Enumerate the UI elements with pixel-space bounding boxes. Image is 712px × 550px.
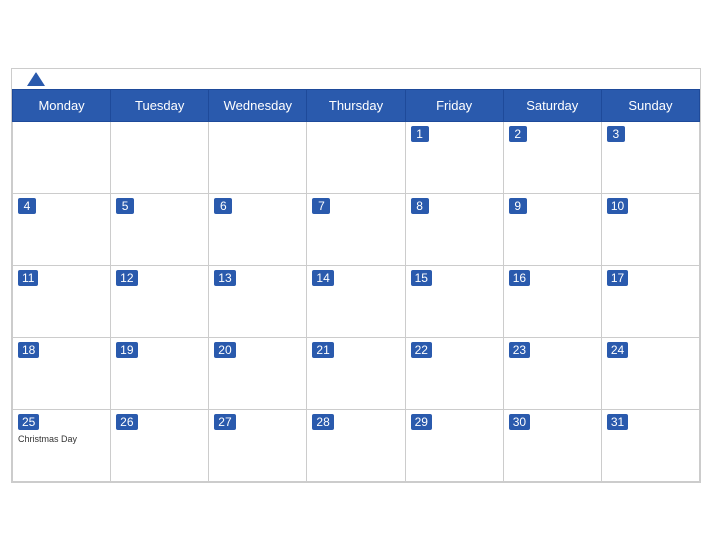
week-row-5: 25 Christmas Day 26 27 28 29 30 31 — [13, 409, 700, 481]
calendar-cell: 7 — [307, 193, 405, 265]
week-row-3: 11 12 13 14 15 16 17 — [13, 265, 700, 337]
day-number: 30 — [509, 414, 530, 430]
week-row-4: 18 19 20 21 22 23 24 — [13, 337, 700, 409]
calendar-cell: 13 — [209, 265, 307, 337]
calendar-header — [12, 69, 700, 89]
day-number: 17 — [607, 270, 628, 286]
day-number: 3 — [607, 126, 625, 142]
calendar-cell: 19 — [111, 337, 209, 409]
day-number: 21 — [312, 342, 333, 358]
day-number: 31 — [607, 414, 628, 430]
week-row-1: 1 2 3 — [13, 121, 700, 193]
day-number: 16 — [509, 270, 530, 286]
calendar-cell: 11 — [13, 265, 111, 337]
day-number: 28 — [312, 414, 333, 430]
day-number: 14 — [312, 270, 333, 286]
calendar-cell: 10 — [601, 193, 699, 265]
calendar-cell: 15 — [405, 265, 503, 337]
day-number: 15 — [411, 270, 432, 286]
calendar-cell: 25 Christmas Day — [13, 409, 111, 481]
calendar-cell: 29 — [405, 409, 503, 481]
calendar-cell: 6 — [209, 193, 307, 265]
calendar-cell: 4 — [13, 193, 111, 265]
calendar-cell: 20 — [209, 337, 307, 409]
weekday-header-wednesday: Wednesday — [209, 89, 307, 121]
calendar-cell — [209, 121, 307, 193]
calendar-cell: 3 — [601, 121, 699, 193]
day-number: 1 — [411, 126, 429, 142]
calendar-cell: 17 — [601, 265, 699, 337]
calendar-cell: 8 — [405, 193, 503, 265]
day-number: 6 — [214, 198, 232, 214]
day-number: 9 — [509, 198, 527, 214]
calendar-cell: 26 — [111, 409, 209, 481]
calendar-cell: 1 — [405, 121, 503, 193]
day-number: 12 — [116, 270, 137, 286]
weekday-header-saturday: Saturday — [503, 89, 601, 121]
calendar-cell: 9 — [503, 193, 601, 265]
calendar-cell: 24 — [601, 337, 699, 409]
day-number: 25 — [18, 414, 39, 430]
day-number: 29 — [411, 414, 432, 430]
day-number: 22 — [411, 342, 432, 358]
day-number: 5 — [116, 198, 134, 214]
calendar-cell — [13, 121, 111, 193]
calendar-cell: 31 — [601, 409, 699, 481]
calendar-cell: 28 — [307, 409, 405, 481]
day-number: 19 — [116, 342, 137, 358]
weekday-header-row: MondayTuesdayWednesdayThursdayFridaySatu… — [13, 89, 700, 121]
weekday-header-sunday: Sunday — [601, 89, 699, 121]
logo-area — [27, 71, 45, 86]
day-number: 11 — [18, 270, 38, 286]
day-number: 18 — [18, 342, 39, 358]
weekday-header-tuesday: Tuesday — [111, 89, 209, 121]
calendar-cell: 23 — [503, 337, 601, 409]
day-number: 23 — [509, 342, 530, 358]
holiday-label: Christmas Day — [18, 434, 105, 444]
weekday-header-monday: Monday — [13, 89, 111, 121]
logo-icon — [27, 72, 45, 86]
day-number: 4 — [18, 198, 36, 214]
week-row-2: 4 5 6 7 8 9 10 — [13, 193, 700, 265]
day-number: 7 — [312, 198, 330, 214]
day-number: 27 — [214, 414, 235, 430]
day-number: 24 — [607, 342, 628, 358]
day-number: 8 — [411, 198, 429, 214]
weekday-header-friday: Friday — [405, 89, 503, 121]
day-number: 20 — [214, 342, 235, 358]
calendar-container: MondayTuesdayWednesdayThursdayFridaySatu… — [11, 68, 701, 483]
calendar-cell: 5 — [111, 193, 209, 265]
day-number: 26 — [116, 414, 137, 430]
calendar-cell — [307, 121, 405, 193]
day-number: 2 — [509, 126, 527, 142]
calendar-cell: 12 — [111, 265, 209, 337]
calendar-cell: 22 — [405, 337, 503, 409]
calendar-cell: 21 — [307, 337, 405, 409]
calendar-cell: 16 — [503, 265, 601, 337]
calendar-grid: MondayTuesdayWednesdayThursdayFridaySatu… — [12, 89, 700, 482]
calendar-cell: 30 — [503, 409, 601, 481]
calendar-cell: 27 — [209, 409, 307, 481]
weekday-header-thursday: Thursday — [307, 89, 405, 121]
day-number: 10 — [607, 198, 628, 214]
calendar-cell — [111, 121, 209, 193]
calendar-cell: 2 — [503, 121, 601, 193]
day-number: 13 — [214, 270, 235, 286]
calendar-cell: 18 — [13, 337, 111, 409]
calendar-cell: 14 — [307, 265, 405, 337]
